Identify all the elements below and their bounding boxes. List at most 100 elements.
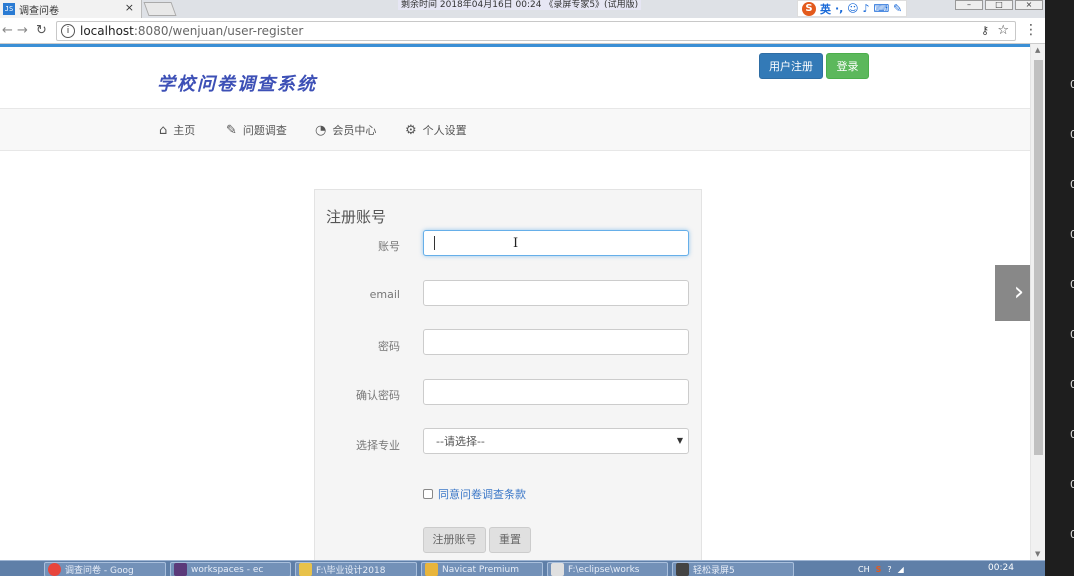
maximize-icon[interactable]: □ [985,0,1013,10]
url-text: localhost:8080/wenjuan/user-register [80,24,303,38]
agree-terms-link[interactable]: 同意问卷调查条款 [438,486,526,502]
user-register-button[interactable]: 用户注册 [759,53,823,79]
dashboard-icon: ◔ [315,122,327,138]
nav-item-survey[interactable]: ✎ 问题调查 [226,122,287,138]
ime-lang-toggle[interactable]: 英 [820,1,831,17]
major-label: 选择专业 [356,439,400,452]
system-tray: CH S ? ◢ [858,562,904,576]
confirm-password-label: 确认密码 [356,389,400,402]
strip-value: 0 [1070,78,1074,91]
taskbar-item-recorder[interactable]: 轻松录屏5 [672,562,794,576]
strip-value: 0 [1070,528,1074,541]
recording-banner: 剩余时间 2018年04月16日 00:24 《录屏专家5》(试用版) [398,0,642,10]
chrome-icon [48,563,61,576]
major-selected-value: --请选择-- [436,435,485,448]
reload-icon[interactable]: ↻ [36,23,47,38]
major-select[interactable]: --请选择-- ▼ [423,428,689,454]
adjacent-window-strip: 0 0 0 0 0 0 0 0 0 0 [1045,0,1074,576]
bookmark-star-icon[interactable]: ☆ [997,23,1009,38]
scroll-up-icon[interactable]: ▲ [1035,46,1040,54]
browser-tab[interactable]: JS 调查问卷 × [0,0,142,18]
strip-value: 0 [1070,278,1074,291]
nav-label: 个人设置 [422,124,467,137]
tab-close-icon[interactable]: × [125,1,134,14]
strip-value: 0 [1070,128,1074,141]
submit-register-button[interactable]: 注册账号 [423,527,486,553]
window-controls: – □ × [955,0,1043,10]
strip-value: 0 [1070,428,1074,441]
sogou-tray-icon[interactable]: S [876,565,882,574]
home-icon: ⌂ [159,122,168,138]
url-host: localhost [80,24,134,38]
taskbar-label: F:\eclipse\works [568,564,640,575]
taskbar-label: workspaces - ec [191,564,264,575]
login-button[interactable]: 登录 [826,53,869,79]
agree-terms[interactable]: 同意问卷调查条款 [423,486,526,502]
account-label: 账号 [378,240,400,253]
scroll-down-icon[interactable]: ▼ [1035,550,1040,558]
strip-value: 0 [1070,228,1074,241]
accent-line [0,44,1030,47]
tab-title: 调查问卷 [19,5,59,17]
explorer-icon [551,563,564,576]
ime-tools[interactable]: ·, ☺ ♪ ⌨ ✎ [835,2,902,15]
tray-lang[interactable]: CH [858,565,870,574]
page-scrollbar[interactable]: ▲ ▼ [1030,44,1045,560]
dropdown-arrow-icon: ▼ [676,436,683,445]
key-icon[interactable]: ⚷ [981,24,989,37]
agree-checkbox[interactable] [423,489,433,499]
sogou-icon[interactable]: S [802,1,816,16]
url-input[interactable]: i localhost:8080/wenjuan/user-register ⚷… [56,21,1016,41]
taskbar-label: 调查问卷 - Goog [65,566,134,576]
email-input[interactable] [423,280,689,306]
taskbar-label: Navicat Premium [442,564,519,575]
navicat-icon [425,563,438,576]
taskbar-label: 轻松录屏5 [693,566,735,576]
address-bar: ← → ↻ i localhost:8080/wenjuan/user-regi… [0,18,1045,44]
minimize-icon[interactable]: – [955,0,983,10]
form-title: 注册账号 [326,208,387,226]
password-label: 密码 [378,340,400,353]
taskbar: 调查问卷 - Goog workspaces - ec F:\毕业设计2018 … [0,560,1045,576]
clock[interactable]: 00:24 [988,563,1014,573]
cogs-icon: ⚙ [405,122,417,138]
reset-button[interactable]: 重置 [489,527,531,553]
info-icon[interactable]: i [61,24,75,38]
edit-icon: ✎ [226,122,237,138]
nav-item-settings[interactable]: ⚙ 个人设置 [405,122,467,138]
scrollbar-thumb[interactable] [1034,60,1043,455]
back-icon[interactable]: ← [2,23,13,38]
favicon-icon: JS [3,3,15,15]
help-tray-icon[interactable]: ? [887,565,891,574]
nav-item-home[interactable]: ⌂ 主页 [159,122,195,138]
password-input[interactable] [423,329,689,355]
recorder-icon [676,563,689,576]
main-navbar: ⌂ 主页 ✎ 问题调查 ◔ 会员中心 ⚙ 个人设置 [0,108,1030,151]
strip-value: 0 [1070,178,1074,191]
taskbar-item-folder[interactable]: F:\毕业设计2018 [295,562,417,576]
email-label: email [369,288,400,301]
strip-value: 0 [1070,478,1074,491]
nav-label: 主页 [173,124,196,137]
taskbar-item-explorer[interactable]: F:\eclipse\works [547,562,668,576]
forward-icon[interactable]: → [17,23,28,38]
browser-tab-strip: JS 调查问卷 × 剩余时间 2018年04月16日 00:24 《录屏专家5》… [0,0,1045,18]
taskbar-label: F:\毕业设计2018 [316,566,386,576]
new-tab-button[interactable] [143,2,177,16]
strip-value: 0 [1070,378,1074,391]
text-caret [434,236,435,250]
browser-menu-icon[interactable]: ⋮ [1024,22,1038,38]
taskbar-item-eclipse[interactable]: workspaces - ec [170,562,291,576]
taskbar-item-chrome[interactable]: 调查问卷 - Goog [44,562,166,576]
confirm-password-input[interactable] [423,379,689,405]
nav-label: 会员中心 [332,124,377,137]
account-input[interactable]: I [423,230,689,256]
nav-item-member-center[interactable]: ◔ 会员中心 [315,122,376,138]
network-tray-icon[interactable]: ◢ [898,565,904,574]
strip-value: 0 [1070,328,1074,341]
url-path: :8080/wenjuan/user-register [133,24,304,38]
taskbar-item-navicat[interactable]: Navicat Premium [421,562,543,576]
folder-icon [299,563,312,576]
site-title: 学校问卷调查系统 [157,74,317,95]
close-window-icon[interactable]: × [1015,0,1043,10]
